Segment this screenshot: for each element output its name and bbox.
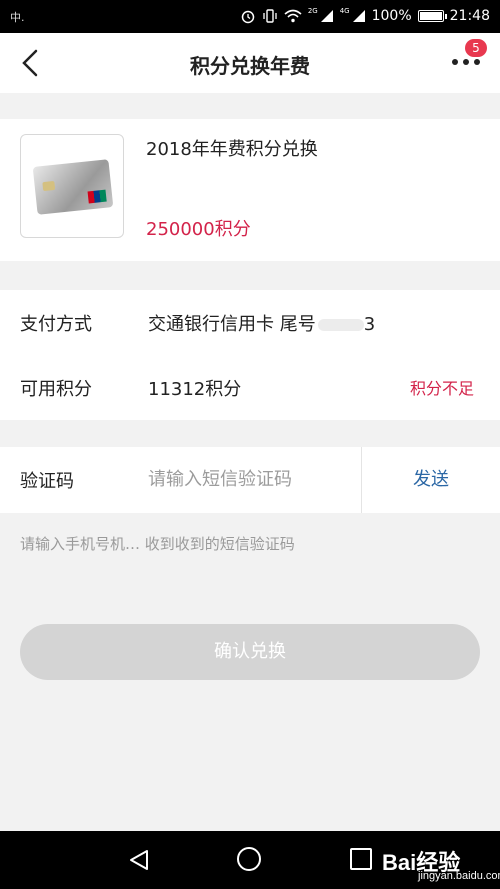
points-value: 11312积分 xyxy=(148,379,242,400)
masked-digits xyxy=(317,319,364,331)
vibrate-icon xyxy=(262,8,278,24)
battery-fill xyxy=(419,12,442,20)
sms-code-input[interactable] xyxy=(148,461,353,497)
battery-icon xyxy=(417,10,447,22)
network-4g-label: 4G xyxy=(339,7,350,15)
signal-icon-2 xyxy=(352,9,366,23)
notification-badge: 5 xyxy=(465,39,487,57)
more-dots-icon[interactable] xyxy=(448,59,488,71)
clock-time: 21:48 xyxy=(449,8,490,24)
hint-text: 请输入手机号机… 收到收到的短信验证码 xyxy=(20,535,295,553)
send-code-button[interactable]: 发送 xyxy=(362,447,500,513)
payment-tail: 3 xyxy=(363,314,376,335)
nav-bar: 积分兑换年费 xyxy=(0,33,500,93)
verify-label: 验证码 xyxy=(20,471,74,492)
wifi-icon xyxy=(284,9,302,23)
status-icons: 2G 4G 100% 21:48 xyxy=(240,7,490,24)
verify-row: 验证码 发送 xyxy=(0,447,500,513)
product-thumbnail xyxy=(20,134,124,238)
credit-card-image xyxy=(32,159,114,215)
carrier-text: 中. xyxy=(10,11,25,24)
payment-label: 支付方式 xyxy=(20,314,92,335)
battery-percent: 100% xyxy=(371,8,412,24)
status-bar: 中. 2G 4G 100% 21:48 xyxy=(0,0,500,33)
system-home-icon[interactable] xyxy=(237,847,261,871)
card-chip xyxy=(42,180,56,192)
product-card: 2018年年费积分兑换 250000积分 xyxy=(0,119,500,261)
points-label: 可用积分 xyxy=(20,379,92,400)
payment-method[interactable]: 交通银行信用卡 尾号 3 xyxy=(148,310,375,336)
system-recent-icon[interactable] xyxy=(350,848,372,870)
signal-icon xyxy=(320,9,334,23)
payment-value: 交通银行信用卡 尾号 xyxy=(148,314,316,335)
watermark-url: jingyan.baidu.com xyxy=(418,870,500,882)
unionpay-logo-icon xyxy=(87,189,107,204)
info-block: 支付方式 交通银行信用卡 尾号 3 可用积分 11312积分 积分不足 xyxy=(0,290,500,420)
alarm-icon xyxy=(240,8,256,24)
network-2g-label: 2G xyxy=(307,7,318,15)
screen: 中. 2G 4G 100% 21:48 积分兑换年费 5 2018年年费积分兑换… xyxy=(0,0,500,889)
page-title: 积分兑换年费 xyxy=(190,54,310,78)
system-back-icon[interactable] xyxy=(128,849,150,875)
product-price: 250000积分 xyxy=(146,219,251,240)
confirm-exchange-button[interactable]: 确认兑换 xyxy=(20,624,480,680)
product-name: 2018年年费积分兑换 xyxy=(146,139,318,160)
insufficient-points-warning: 积分不足 xyxy=(409,379,474,398)
